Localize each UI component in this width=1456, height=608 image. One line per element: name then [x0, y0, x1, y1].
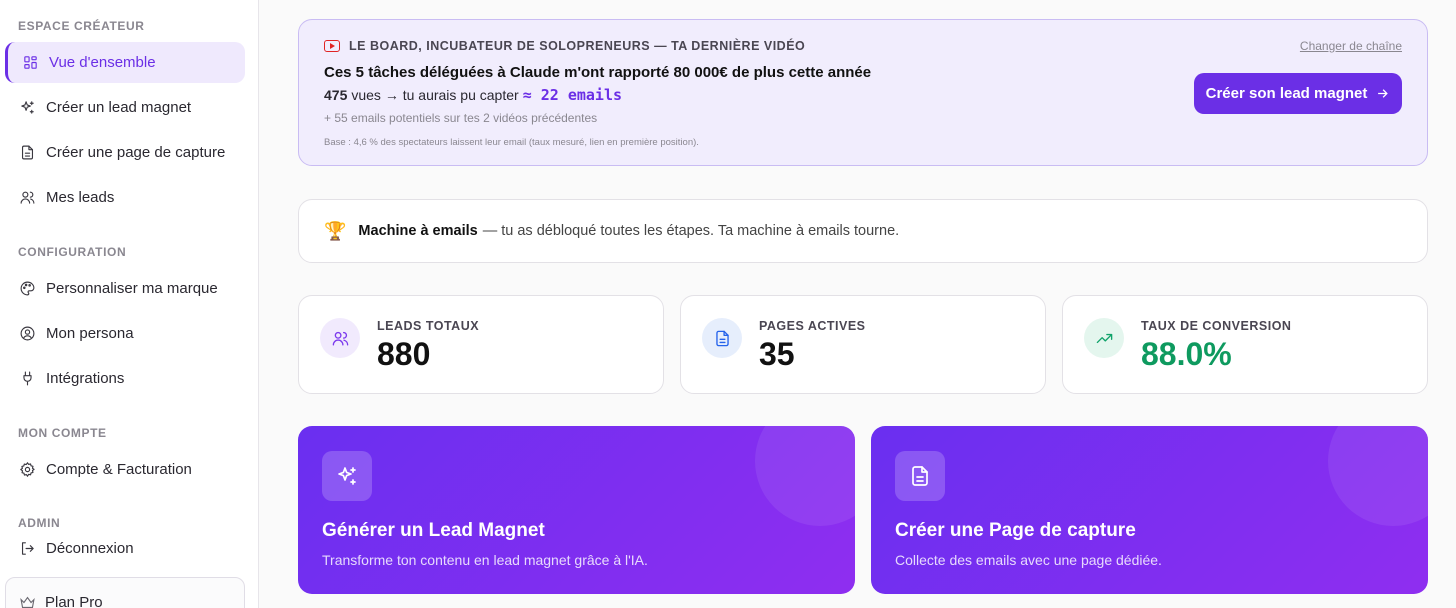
sidebar-item-label: Créer une page de capture: [46, 144, 226, 161]
trending-up-icon: [1084, 318, 1124, 358]
stat-card-conversion: TAUX DE CONVERSION 88.0%: [1062, 295, 1428, 394]
stat-value: 88.0%: [1141, 336, 1232, 372]
sidebar-item-capture-page[interactable]: Créer une page de capture: [5, 132, 245, 173]
sidebar-item-label: Mes leads: [46, 189, 115, 206]
gear-icon: [18, 461, 36, 479]
stat-card-leads: LEADS TOTAUX 880: [298, 295, 664, 394]
action-description: Collecte des emails avec une page dédiée…: [895, 552, 1162, 568]
potential-previous: + 55 emails potentiels sur tes 2 vidéos …: [324, 111, 598, 125]
create-capture-page-card[interactable]: Créer une Page de capture Collecte des e…: [871, 426, 1428, 594]
banner-tag-text: LE BOARD, INCUBATEUR DE SOLOPRENEURS — T…: [349, 39, 806, 53]
email-machine-status: 🏆 Machine à emails — tu as débloqué tout…: [298, 199, 1428, 263]
views-line: 475 vues → tu aurais pu capter ≈ 22 emai…: [324, 86, 622, 104]
sidebar: ESPACE CRÉATEUR Vue d'ensemble Créer un …: [0, 0, 259, 608]
sidebar-item-billing[interactable]: Compte & Facturation: [5, 449, 245, 490]
sidebar-item-label: Déconnexion: [46, 540, 134, 557]
crown-icon: [20, 596, 35, 608]
stat-label: TAUX DE CONVERSION: [1141, 319, 1292, 333]
sidebar-item-label: Vue d'ensemble: [49, 54, 156, 71]
document-icon: [895, 451, 945, 501]
user-circle-icon: [18, 325, 36, 343]
sidebar-item-label: Mon persona: [46, 325, 134, 342]
machine-title: Machine à emails: [358, 223, 478, 239]
stat-value: 880: [377, 336, 431, 372]
sidebar-item-logout[interactable]: Déconnexion: [5, 528, 245, 569]
sparkles-icon: [18, 99, 36, 117]
palette-icon: [18, 280, 36, 298]
views-text: vues → tu aurais pu capter: [351, 87, 519, 103]
decorative-circle: [755, 426, 855, 526]
sidebar-item-label: Compte & Facturation: [46, 461, 192, 478]
action-description: Transforme ton contenu en lead magnet gr…: [322, 552, 648, 568]
logout-icon: [18, 540, 36, 558]
decorative-circle: [1328, 426, 1428, 526]
views-count: 475: [324, 87, 348, 103]
sidebar-item-label: Créer un lead magnet: [46, 99, 192, 116]
section-label-account: MON COMPTE: [18, 426, 107, 440]
machine-text: — tu as débloqué toutes les étapes. Ta m…: [482, 223, 900, 239]
video-title: Ces 5 tâches déléguées à Claude m'ont ra…: [324, 64, 872, 81]
generate-lead-magnet-card[interactable]: Générer un Lead Magnet Transforme ton co…: [298, 426, 855, 594]
document-icon: [702, 318, 742, 358]
sidebar-item-brand[interactable]: Personnaliser ma marque: [5, 268, 245, 309]
users-icon: [320, 318, 360, 358]
create-lead-magnet-button[interactable]: Créer son lead magnet: [1194, 73, 1402, 114]
action-title: Générer un Lead Magnet: [322, 520, 545, 541]
plan-badge[interactable]: Plan Pro: [5, 577, 245, 608]
trophy-icon: 🏆: [324, 220, 347, 241]
sidebar-item-overview[interactable]: Vue d'ensemble: [5, 42, 245, 83]
sidebar-item-lead-magnet[interactable]: Créer un lead magnet: [5, 87, 245, 128]
stat-value: 35: [759, 336, 795, 372]
sidebar-item-persona[interactable]: Mon persona: [5, 313, 245, 354]
stat-label: PAGES ACTIVES: [759, 319, 866, 333]
banner-tag: LE BOARD, INCUBATEUR DE SOLOPRENEURS — T…: [324, 39, 805, 53]
users-icon: [18, 189, 36, 207]
plan-label: Plan Pro: [45, 594, 103, 608]
plug-icon: [18, 370, 36, 388]
youtube-icon: [324, 40, 340, 52]
action-title: Créer une Page de capture: [895, 520, 1136, 541]
stat-label: LEADS TOTAUX: [377, 319, 480, 333]
sidebar-item-leads[interactable]: Mes leads: [5, 177, 245, 218]
change-channel-link[interactable]: Changer de chaîne: [1300, 39, 1402, 53]
arrow-right-icon: [1378, 89, 1389, 98]
section-label-creator: ESPACE CRÉATEUR: [18, 19, 145, 33]
grid-icon: [21, 54, 39, 72]
document-icon: [18, 144, 36, 162]
stat-card-pages: PAGES ACTIVES 35: [680, 295, 1046, 394]
sidebar-item-integrations[interactable]: Intégrations: [5, 358, 245, 399]
latest-video-banner: LE BOARD, INCUBATEUR DE SOLOPRENEURS — T…: [298, 19, 1428, 166]
section-label-config: CONFIGURATION: [18, 245, 127, 259]
sidebar-item-label: Personnaliser ma marque: [46, 280, 218, 297]
potential-emails: ≈ 22 emails: [522, 86, 623, 104]
sidebar-item-label: Intégrations: [46, 370, 125, 387]
cta-label: Créer son lead magnet: [1205, 85, 1368, 102]
base-note: Base : 4,6 % des spectateurs laissent le…: [324, 137, 699, 148]
sparkles-icon: [322, 451, 372, 501]
